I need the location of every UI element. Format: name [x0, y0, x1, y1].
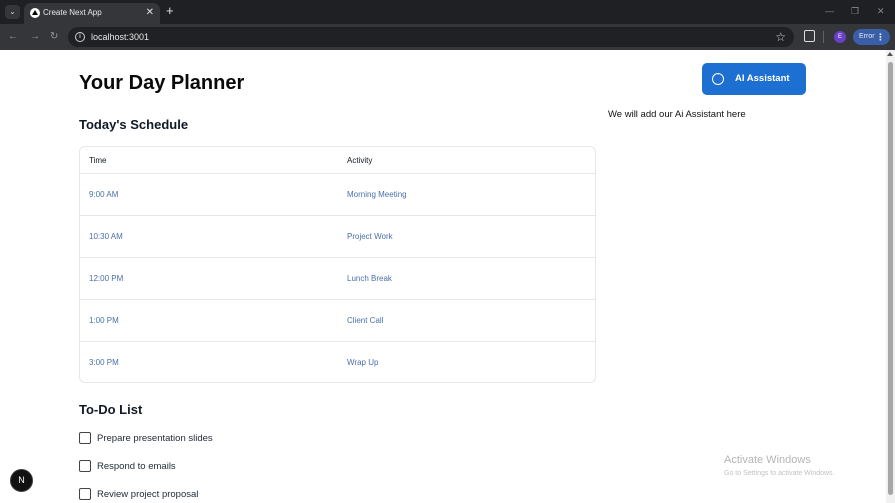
bookmark-star-icon[interactable]: ☆ [775, 29, 786, 45]
todo-checkbox[interactable] [79, 460, 91, 472]
row-activity: Client Call [347, 316, 384, 325]
ai-assistant-button[interactable]: AI Assistant [702, 63, 806, 95]
page-title: Your Day Planner [79, 72, 245, 94]
browser-tab-strip: ⌄ Create Next App ✕ + — ❐ ✕ [0, 0, 895, 24]
error-label: Error [859, 33, 875, 40]
extensions-puzzle-icon[interactable] [804, 30, 815, 42]
row-activity: Wrap Up [347, 358, 379, 367]
tab-create-next-app[interactable]: Create Next App ✕ [24, 3, 160, 24]
ai-assistant-note: We will add our Ai Assistant here [608, 109, 746, 120]
ai-assistant-label: AI Assistant [735, 73, 790, 84]
header-time: Time [89, 156, 107, 165]
row-time: 3:00 PM [89, 358, 119, 367]
todo-label: Review project proposal [97, 489, 199, 500]
activate-windows-title: Activate Windows [724, 454, 811, 466]
todo-checkbox[interactable] [79, 488, 91, 500]
profile-avatar[interactable]: E [834, 31, 846, 43]
row-time: 12:00 PM [89, 274, 124, 283]
nextjs-favicon-icon [30, 8, 40, 18]
schedule-heading: Today's Schedule [79, 117, 189, 132]
chat-bubble-icon [712, 71, 724, 85]
kebab-menu-icon: ⋮ [876, 32, 885, 42]
url-text[interactable]: localhost:3001 [91, 31, 149, 43]
schedule-table: Time Activity 9:00 AM Morning Meeting 10… [79, 146, 596, 383]
new-tab-button[interactable]: + [166, 4, 174, 18]
nextjs-dev-indicator[interactable]: N [10, 469, 33, 492]
row-activity: Morning Meeting [347, 190, 407, 199]
page-scrollbar[interactable] [886, 50, 895, 503]
tab-close-icon[interactable]: ✕ [146, 6, 154, 20]
todo-heading: To-Do List [79, 402, 143, 417]
browser-toolbar: ← → ↻ i localhost:3001 ☆ [0, 24, 895, 50]
address-bar[interactable]: i localhost:3001 ☆ [68, 27, 794, 47]
back-arrow-icon[interactable]: ← [8, 30, 18, 44]
schedule-header-row: Time Activity [80, 147, 595, 174]
row-activity: Project Work [347, 232, 393, 241]
table-row: 1:00 PM Client Call [80, 300, 595, 342]
scrollbar-thumb[interactable] [888, 62, 893, 495]
table-row: 10:30 AM Project Work [80, 216, 595, 258]
row-time: 1:00 PM [89, 316, 119, 325]
table-row: 3:00 PM Wrap Up [80, 342, 595, 382]
header-activity: Activity [347, 156, 373, 165]
table-row: 9:00 AM Morning Meeting [80, 174, 595, 216]
minimize-button[interactable]: — [825, 5, 834, 17]
restore-button[interactable]: ❐ [851, 5, 859, 17]
todo-label: Prepare presentation slides [97, 433, 213, 444]
todo-label: Respond to emails [97, 461, 176, 472]
row-time: 10:30 AM [89, 232, 123, 241]
forward-arrow-icon[interactable]: → [30, 30, 40, 44]
tab-title: Create Next App [43, 8, 102, 17]
tab-search-icon[interactable]: ⌄ [5, 5, 20, 19]
reload-icon[interactable]: ↻ [50, 30, 58, 44]
row-time: 9:00 AM [89, 190, 119, 199]
site-info-icon[interactable]: i [75, 32, 85, 42]
scroll-up-arrow-icon[interactable] [887, 52, 893, 56]
todo-checkbox[interactable] [79, 432, 91, 444]
table-row: 12:00 PM Lunch Break [80, 258, 595, 300]
error-status-button[interactable]: Error ⋮ [853, 29, 890, 45]
toolbar-divider [823, 31, 824, 43]
window-close-button[interactable]: ✕ [877, 5, 885, 17]
row-activity: Lunch Break [347, 274, 392, 283]
activate-windows-subtitle: Go to Settings to activate Windows. [724, 470, 835, 477]
